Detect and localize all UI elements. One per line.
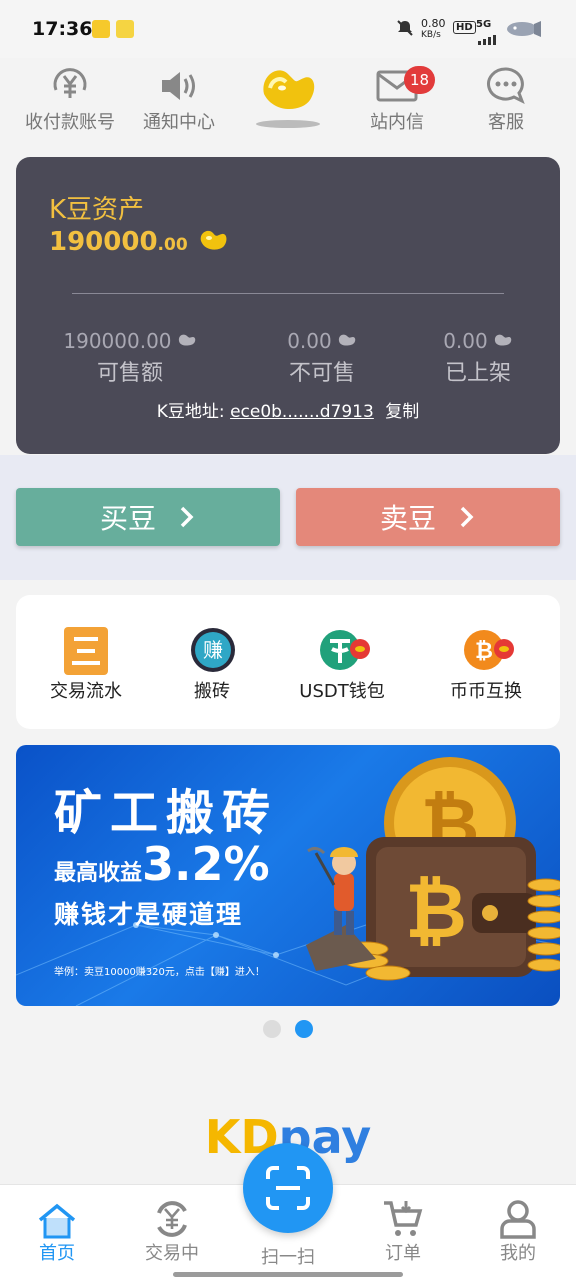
- menu-coin-swap[interactable]: ₿ 币币互换: [418, 627, 554, 703]
- trade-actions: 买豆 卖豆: [0, 455, 576, 580]
- nav-inbox[interactable]: 18 站内信: [342, 66, 452, 134]
- nav-label: 收付款账号: [25, 112, 115, 133]
- svg-text:赚: 赚: [203, 638, 223, 662]
- svg-text:₿: ₿: [405, 866, 467, 955]
- earn-icon: 赚: [191, 628, 235, 672]
- menu-label: 交易流水: [50, 681, 122, 702]
- chevron-right-icon: [180, 506, 194, 528]
- nav-label: 通知中心: [143, 112, 215, 133]
- signal-label: 5G: [476, 19, 492, 30]
- asset-title: K豆资产: [49, 195, 145, 225]
- stat-unsellable: 0.00 不可售: [272, 329, 372, 387]
- copy-button[interactable]: 复制: [385, 402, 419, 422]
- tab-label: 订单: [385, 1243, 421, 1264]
- tab-home[interactable]: 首页: [12, 1199, 102, 1265]
- scan-icon: [266, 1166, 310, 1210]
- tab-label: 交易中: [145, 1243, 199, 1264]
- balance-integer: 190000: [49, 227, 158, 257]
- banner-yield: 最高收益3.2%: [54, 837, 270, 891]
- yen-circle-icon: [53, 68, 87, 98]
- address-label: K豆地址:: [156, 402, 225, 422]
- chat-bubble-icon: [487, 67, 525, 105]
- stat-label: 可售额: [96, 361, 163, 386]
- meituan-yellow-icon: [92, 20, 110, 38]
- asset-card: K豆资产 190000.00 190000.00 可售额 0.00 不可售 0.…: [16, 157, 560, 454]
- stat-label: 已上架: [444, 361, 511, 386]
- menu-transaction-history[interactable]: 交易流水: [18, 627, 154, 703]
- tab-scan-label-wrap: 扫一扫: [243, 1243, 333, 1269]
- carousel-dots: [0, 1018, 576, 1038]
- bitcoin-swap-icon: ₿: [464, 630, 514, 670]
- banner-headline: 矿工搬砖: [54, 785, 279, 841]
- balance-decimal: .00: [157, 235, 188, 255]
- quick-menu: 交易流水 赚 搬砖 USDT钱包 ₿ 币币互换: [16, 595, 560, 729]
- buy-button[interactable]: 买豆: [16, 488, 280, 546]
- signal-icon: [478, 30, 500, 49]
- home-indicator: [173, 1272, 403, 1277]
- bean-icon: [200, 230, 227, 250]
- top-nav: 收付款账号 通知中心 18 站内信 客服: [0, 58, 576, 138]
- user-icon: [500, 1200, 536, 1239]
- bean-icon: [494, 334, 512, 346]
- nav-logo[interactable]: [233, 58, 343, 130]
- mute-icon: [395, 18, 415, 41]
- sell-button[interactable]: 卖豆: [296, 488, 560, 546]
- tab-label: 扫一扫: [261, 1247, 315, 1268]
- nav-notification-center[interactable]: 通知中心: [124, 66, 234, 134]
- sell-label: 卖豆: [379, 502, 436, 535]
- asset-balance: 190000.00: [49, 227, 229, 257]
- inbox-badge: 18: [404, 66, 436, 94]
- cart-icon: [384, 1201, 423, 1236]
- tab-orders[interactable]: 订单: [358, 1199, 448, 1265]
- svg-text:₿: ₿: [475, 639, 493, 664]
- golden-bean-logo: [256, 70, 320, 128]
- menu-earn[interactable]: 赚 搬砖: [144, 627, 280, 703]
- stat-value: 190000.00: [63, 329, 172, 353]
- tab-label: 我的: [500, 1243, 536, 1264]
- card-divider: [72, 293, 504, 294]
- banner-note: 举例：卖豆10000赚320元，点击【赚】进入！: [54, 967, 265, 978]
- ledger-icon: [64, 627, 108, 675]
- status-time: 17:36: [32, 18, 93, 40]
- battery-icon: [506, 20, 542, 42]
- buy-label: 买豆: [99, 502, 156, 535]
- menu-label: USDT钱包: [299, 681, 385, 702]
- nav-label: 客服: [488, 112, 524, 133]
- nav-label: 站内信: [370, 112, 424, 133]
- banner-yield-value: 3.2%: [142, 837, 270, 891]
- bean-icon: [178, 334, 195, 346]
- banner-slogan: 赚钱才是硬道理: [54, 900, 244, 929]
- tether-icon: [320, 630, 370, 670]
- menu-label: 币币互换: [450, 681, 522, 702]
- status-bar: 17:36 0.80 KB/s HD 5G: [0, 0, 576, 58]
- nav-payment-accounts[interactable]: 收付款账号: [15, 66, 125, 134]
- menu-label: 搬砖: [194, 681, 230, 702]
- carousel-dot[interactable]: [263, 1020, 281, 1038]
- tab-label: 首页: [39, 1243, 75, 1264]
- carousel-dot-active[interactable]: [295, 1020, 313, 1038]
- nav-customer-service[interactable]: 客服: [451, 66, 561, 134]
- stat-value: 0.00: [287, 329, 332, 353]
- stat-value: 0.00: [443, 329, 488, 353]
- hd-badge: HD: [453, 21, 476, 34]
- meituan-icon: [116, 20, 134, 38]
- stat-listed: 0.00 已上架: [428, 329, 528, 387]
- address-value[interactable]: ece0b.......d7913: [230, 402, 374, 422]
- scan-button[interactable]: [243, 1143, 333, 1233]
- home-icon: [38, 1203, 76, 1239]
- menu-usdt-wallet[interactable]: USDT钱包: [274, 627, 410, 703]
- bean-address: K豆地址: ece0b.......d7913 复制: [16, 397, 560, 422]
- bean-icon: [338, 334, 356, 346]
- promo-banner[interactable]: ₿ ₿ 矿工搬砖 最高收益3.2% 赚钱才是硬道理 举例：卖豆10000赚320…: [16, 745, 560, 1006]
- chevron-right-icon: [460, 506, 474, 528]
- banner-yield-prefix: 最高收益: [54, 861, 143, 886]
- tab-trading[interactable]: 交易中: [127, 1199, 217, 1265]
- stat-sellable: 190000.00 可售额: [60, 329, 200, 387]
- speaker-icon: [162, 72, 195, 100]
- stat-label: 不可售: [288, 361, 355, 386]
- exchange-icon: [157, 1201, 187, 1237]
- net-speed: 0.80 KB/s: [421, 17, 446, 40]
- tab-profile[interactable]: 我的: [473, 1199, 563, 1265]
